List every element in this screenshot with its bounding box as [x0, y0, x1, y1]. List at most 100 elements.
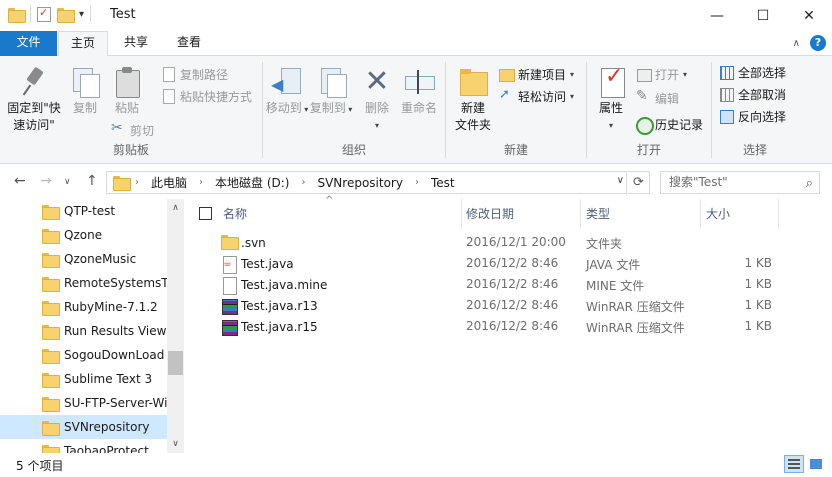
new-folder-quick-icon[interactable]: [57, 7, 75, 23]
nav-item-qtp-test[interactable]: QTP-test: [0, 199, 167, 223]
customize-toolbar-chevron-icon[interactable]: ▾: [79, 9, 84, 20]
file-row[interactable]: Test.java.r15 2016/12/2 8:46 WinRAR 压缩文件…: [185, 317, 832, 338]
copy-button[interactable]: 复制: [66, 62, 104, 117]
folder-icon: [113, 176, 131, 191]
nav-item-svnrepository[interactable]: SVNrepository: [0, 415, 167, 439]
title-bar: ▾ Test — ☐ ✕: [0, 0, 832, 31]
file-row[interactable]: Test.java 2016/12/2 8:46 JAVA 文件 1 KB: [185, 254, 832, 275]
nav-pane-scrollbar[interactable]: ∧ ∨: [167, 199, 184, 453]
properties-button[interactable]: 属性 ▾: [591, 62, 631, 134]
move-to-button[interactable]: 移动到 ▾: [265, 62, 309, 118]
paste-label: 粘贴: [114, 101, 139, 115]
cut-button[interactable]: 剪切: [110, 120, 154, 140]
nav-item-su-ftp-server[interactable]: SU-FTP-Server-Wir: [0, 391, 167, 415]
address-bar[interactable]: › 此电脑 › 本地磁盘 (D:) › SVNrepository › Test…: [106, 171, 627, 194]
easy-access-button[interactable]: 轻松访问 ▾: [498, 86, 574, 106]
file-row[interactable]: Test.java.r13 2016/12/2 8:46 WinRAR 压缩文件…: [185, 296, 832, 317]
new-item-button[interactable]: 新建项目 ▾: [498, 64, 574, 84]
select-none-icon: [718, 86, 734, 102]
help-icon[interactable]: ?: [810, 35, 826, 51]
column-header-date[interactable]: 修改日期: [466, 199, 581, 229]
file-size: 1 KB: [744, 256, 772, 270]
properties-quick-icon[interactable]: [37, 6, 51, 22]
pin-to-quick-access-button[interactable]: 固定到"快 速访问": [4, 62, 64, 134]
tab-share[interactable]: 共享: [112, 31, 160, 56]
file-row[interactable]: Test.java.mine 2016/12/2 8:46 MINE 文件 1 …: [185, 275, 832, 296]
new-folder-button[interactable]: 新建 文件夹: [450, 62, 496, 134]
paste-shortcut-button[interactable]: 粘贴快捷方式: [160, 86, 252, 106]
open-button[interactable]: 打开 ▾: [635, 64, 687, 84]
tab-file[interactable]: 文件: [0, 31, 57, 56]
copy-path-label: 复制路径: [180, 67, 229, 82]
delete-dropdown-chevron-icon[interactable]: ▾: [359, 117, 395, 134]
nav-item-remotesystems[interactable]: RemoteSystemsTe: [0, 271, 167, 295]
back-arrow-icon[interactable]: ←: [14, 173, 26, 189]
breadcrumb-separator-icon[interactable]: ›: [129, 177, 145, 188]
column-divider[interactable]: [580, 199, 581, 229]
file-type: JAVA 文件: [586, 258, 641, 272]
forward-arrow-icon[interactable]: →: [40, 173, 52, 189]
properties-dropdown-chevron-icon[interactable]: ▾: [591, 117, 631, 134]
scrollbar-thumb[interactable]: [168, 351, 183, 375]
collapse-ribbon-chevron-icon[interactable]: ∧: [793, 38, 800, 49]
nav-item-taobaoprotect[interactable]: TaobaoProtect: [0, 439, 167, 453]
rename-label: 重命名: [400, 101, 437, 115]
new-folder-label-line1: 新建: [460, 101, 485, 115]
search-input[interactable]: 搜索"Test" ⌕: [660, 171, 820, 194]
file-name-cell: Test.java.r15: [221, 319, 318, 336]
breadcrumb-svnrepository[interactable]: SVNrepository: [311, 176, 408, 190]
delete-x-icon: ✕: [364, 64, 390, 99]
copy-to-button[interactable]: 复制到 ▾: [309, 62, 353, 118]
refresh-icon[interactable]: ⟳: [628, 171, 650, 194]
select-none-label: 全部取消: [738, 87, 787, 102]
select-all-button[interactable]: 全部选择: [718, 62, 786, 82]
delete-button[interactable]: ✕ 删除 ▾: [359, 62, 395, 134]
breadcrumb-separator-icon[interactable]: ›: [409, 177, 425, 188]
breadcrumb-separator-icon[interactable]: ›: [295, 177, 311, 188]
file-name: Test.java.mine: [241, 278, 328, 292]
close-button[interactable]: ✕: [786, 0, 832, 31]
cut-label: 剪切: [130, 123, 155, 138]
column-divider[interactable]: [461, 199, 462, 229]
column-header-size[interactable]: 大小: [706, 199, 778, 229]
rename-button[interactable]: 重命名: [397, 62, 441, 117]
divider: [90, 6, 92, 22]
copy-path-button[interactable]: 复制路径: [160, 64, 228, 84]
column-header-type[interactable]: 类型: [586, 199, 700, 229]
search-icon[interactable]: ⌕: [806, 173, 813, 194]
nav-item-sublime-text[interactable]: Sublime Text 3: [0, 367, 167, 391]
maximize-button[interactable]: ☐: [740, 0, 786, 31]
details-view-icon[interactable]: [784, 455, 804, 473]
history-button[interactable]: 历史记录: [635, 114, 703, 135]
invert-selection-button[interactable]: 反向选择: [718, 106, 786, 126]
breadcrumb-separator-icon[interactable]: ›: [193, 177, 209, 188]
address-history-chevron-icon[interactable]: ∨: [617, 175, 624, 186]
column-header-name[interactable]: 名称: [223, 199, 461, 229]
nav-item-run-results-viewer[interactable]: Run Results Viewe: [0, 319, 167, 343]
column-divider[interactable]: [778, 199, 779, 229]
edit-icon: [635, 88, 651, 106]
recent-locations-chevron-icon[interactable]: ∨: [64, 177, 71, 187]
minimize-button[interactable]: —: [694, 0, 740, 31]
large-icons-view-icon[interactable]: [806, 455, 826, 473]
nav-item-qzonemusic[interactable]: QzoneMusic: [0, 247, 167, 271]
breadcrumb-test[interactable]: Test: [425, 176, 461, 190]
paste-button[interactable]: 粘贴: [108, 62, 146, 117]
tab-view[interactable]: 查看: [164, 31, 214, 56]
tab-home[interactable]: 主页: [58, 31, 108, 57]
up-arrow-icon[interactable]: ↑: [86, 173, 98, 189]
edit-button[interactable]: 编辑: [635, 88, 679, 108]
nav-item-rubymine[interactable]: RubyMine-7.1.2: [0, 295, 167, 319]
scroll-up-chevron-icon[interactable]: ∧: [167, 203, 184, 213]
column-divider[interactable]: [700, 199, 701, 229]
breadcrumb-local-disk[interactable]: 本地磁盘 (D:): [209, 174, 295, 191]
breadcrumb-this-pc[interactable]: 此电脑: [145, 174, 193, 191]
nav-item-qzone[interactable]: Qzone: [0, 223, 167, 247]
select-all-checkbox[interactable]: [199, 207, 212, 220]
nav-item-sogoudownload[interactable]: SogouDownLoad: [0, 343, 167, 367]
file-name: Test.java.r15: [241, 320, 318, 334]
file-row[interactable]: .svn 2016/12/1 20:00 文件夹: [185, 233, 832, 254]
scroll-down-chevron-icon[interactable]: ∨: [167, 439, 184, 449]
open-group-label: 打开: [636, 143, 661, 157]
select-none-button[interactable]: 全部取消: [718, 84, 786, 104]
